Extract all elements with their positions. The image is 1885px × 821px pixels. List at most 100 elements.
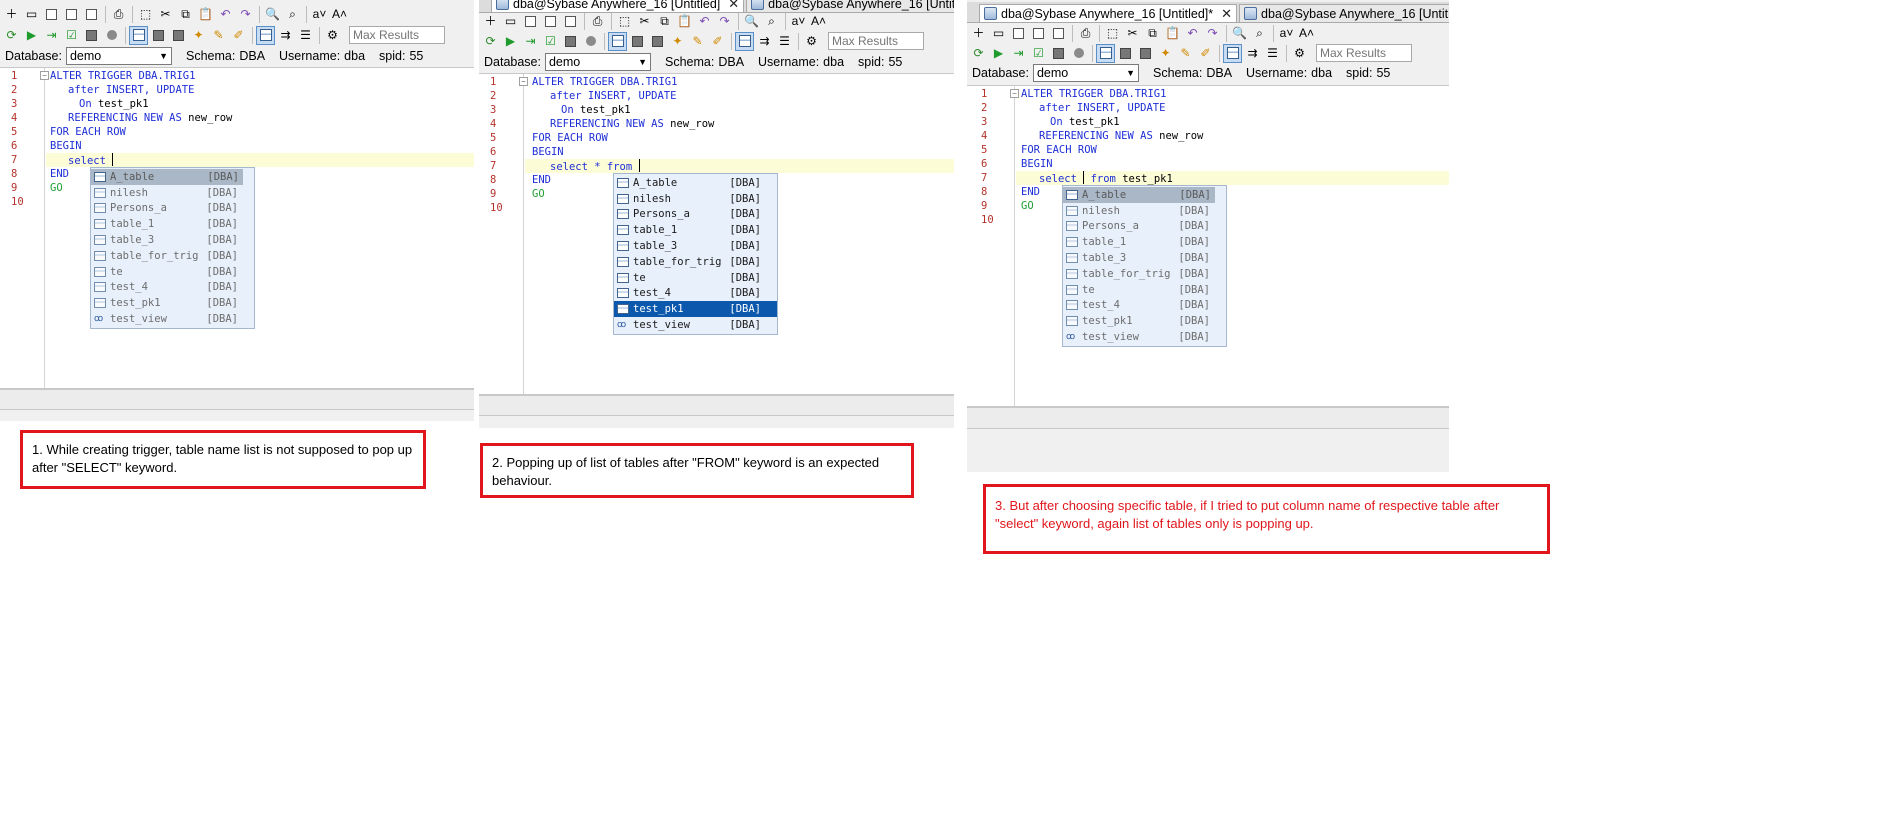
autocomplete-popup[interactable]: A_table [DBA] nilesh [DBA] Persons_a [DBA] … [90,167,255,329]
results-grid-icon[interactable] [608,31,627,51]
font-decrease-icon[interactable]: a˅ [310,5,329,24]
font-increase-icon[interactable]: A˄ [809,12,828,31]
format-icon[interactable]: ✎ [688,32,707,51]
autocomplete-item[interactable]: Persons_a [DBA] [1063,219,1226,235]
history-icon[interactable]: ☰ [296,26,315,45]
copy-icon[interactable]: ⧉ [1143,24,1162,43]
history-icon[interactable]: ☰ [775,32,794,51]
open-folder-icon[interactable]: ▭ [22,5,41,24]
autocomplete-item[interactable]: nilesh [DBA] [1063,203,1226,219]
autocomplete-item[interactable]: table_3 [DBA] [614,238,777,254]
autocomplete-item[interactable]: test_4 [DBA] [614,286,777,302]
sql-editor[interactable]: 1 2 3 4 5 6 7 8 9 10 − ALTER TRIGGER DBA… [967,85,1449,407]
autocomplete-item[interactable]: Persons_a [DBA] [91,201,254,217]
save-icon[interactable] [521,12,540,31]
font-decrease-icon[interactable]: a˅ [1277,24,1296,43]
autocomplete-item[interactable]: nilesh [DBA] [91,185,254,201]
select-icon[interactable]: ⬚ [136,5,155,24]
explain-icon[interactable]: ☑ [541,32,560,51]
wand-icon[interactable]: ✦ [668,32,687,51]
results-file-icon[interactable] [1136,44,1155,63]
options-icon[interactable]: ⚙ [1290,44,1309,63]
run-step-icon[interactable]: ⇥ [521,32,540,51]
replace-icon[interactable]: ⌕ [762,12,781,31]
autocomplete-item[interactable]: te [DBA] [614,270,777,286]
fold-toggle-icon[interactable]: − [40,71,49,80]
comment-icon[interactable]: ✐ [1196,44,1215,63]
autocomplete-item[interactable]: table_1 [DBA] [614,222,777,238]
database-select[interactable]: demo ▼ [65,47,172,65]
autocomplete-item[interactable]: table_1 [DBA] [1063,234,1226,250]
save-as-icon[interactable] [541,12,560,31]
autocomplete-popup[interactable]: A_table [DBA] nilesh [DBA] Persons_a [DBA] … [613,173,778,335]
format-icon[interactable]: ✎ [1176,44,1195,63]
run-icon[interactable]: ▶ [22,26,41,45]
redo-icon[interactable]: ↷ [236,5,255,24]
fold-toggle-icon[interactable]: − [519,77,528,86]
results-text-icon[interactable] [1116,44,1135,63]
cut-icon[interactable]: ✂ [156,5,175,24]
autocomplete-item[interactable]: te [DBA] [1063,282,1226,298]
results-grid-icon[interactable] [129,25,148,45]
save-as-icon[interactable] [1029,24,1048,43]
paste-icon[interactable]: 📋 [1163,24,1182,43]
format-icon[interactable]: ✎ [209,26,228,45]
paste-icon[interactable]: 📋 [196,5,215,24]
autocomplete-item[interactable]: te [DBA] [91,264,254,280]
export-icon[interactable]: ⇉ [1243,44,1262,63]
undo-icon[interactable]: ↶ [1183,24,1202,43]
new-file-icon[interactable]: ＋ [481,12,500,31]
copy-icon[interactable]: ⧉ [176,5,195,24]
execute-all-icon[interactable]: ⟳ [969,44,988,63]
cut-icon[interactable]: ✂ [1123,24,1142,43]
autocomplete-item[interactable]: test_4 [DBA] [1063,298,1226,314]
font-increase-icon[interactable]: A˄ [330,5,349,24]
save-all-icon[interactable] [82,5,101,24]
find-icon[interactable]: 🔍 [263,5,282,24]
editor-tab[interactable]: dba@Sybase Anywhere_16 [Untitled]* ✕ [979,4,1238,22]
select-icon[interactable]: ⬚ [615,12,634,31]
results-file-icon[interactable] [648,32,667,51]
autocomplete-item[interactable]: table_for_trig [DBA] [614,254,777,270]
print-icon[interactable]: ⎙ [1076,24,1095,43]
export-icon[interactable]: ⇉ [276,26,295,45]
comment-icon[interactable]: ✐ [229,26,248,45]
undo-icon[interactable]: ↶ [695,12,714,31]
max-results-input[interactable] [828,32,924,50]
new-file-icon[interactable]: ＋ [969,24,988,43]
replace-icon[interactable]: ⌕ [1250,24,1269,43]
save-all-icon[interactable] [1049,24,1068,43]
select-icon[interactable]: ⬚ [1103,24,1122,43]
results-text-icon[interactable] [628,32,647,51]
cut-icon[interactable]: ✂ [635,12,654,31]
wand-icon[interactable]: ✦ [189,26,208,45]
comment-icon[interactable]: ✐ [708,32,727,51]
cancel-icon[interactable] [1069,44,1088,63]
print-icon[interactable]: ⎙ [588,12,607,31]
redo-icon[interactable]: ↷ [1203,24,1222,43]
split-view-icon[interactable] [256,25,275,45]
autocomplete-item[interactable]: ꝏ test_view [DBA] [1063,329,1226,345]
find-icon[interactable]: 🔍 [742,12,761,31]
sql-editor[interactable]: 1 2 3 4 5 6 7 8 9 10 − ALTER TRIGGER DBA… [0,67,474,389]
database-select[interactable]: demo ▼ [1032,64,1139,82]
stop-icon[interactable] [82,26,101,45]
autocomplete-item-selected[interactable]: test_pk1 [DBA] [614,301,777,318]
open-folder-icon[interactable]: ▭ [501,12,520,31]
results-text-icon[interactable] [149,26,168,45]
copy-icon[interactable]: ⧉ [655,12,674,31]
close-icon[interactable]: ✕ [1217,6,1232,22]
results-file-icon[interactable] [169,26,188,45]
save-as-icon[interactable] [62,5,81,24]
explain-icon[interactable]: ☑ [62,26,81,45]
split-view-icon[interactable] [735,31,754,51]
autocomplete-item[interactable]: table_for_trig [DBA] [91,248,254,264]
run-step-icon[interactable]: ⇥ [42,26,61,45]
history-icon[interactable]: ☰ [1263,44,1282,63]
autocomplete-item[interactable]: nilesh [DBA] [614,191,777,207]
cancel-icon[interactable] [581,32,600,51]
find-icon[interactable]: 🔍 [1230,24,1249,43]
explain-icon[interactable]: ☑ [1029,44,1048,63]
redo-icon[interactable]: ↷ [715,12,734,31]
options-icon[interactable]: ⚙ [802,32,821,51]
